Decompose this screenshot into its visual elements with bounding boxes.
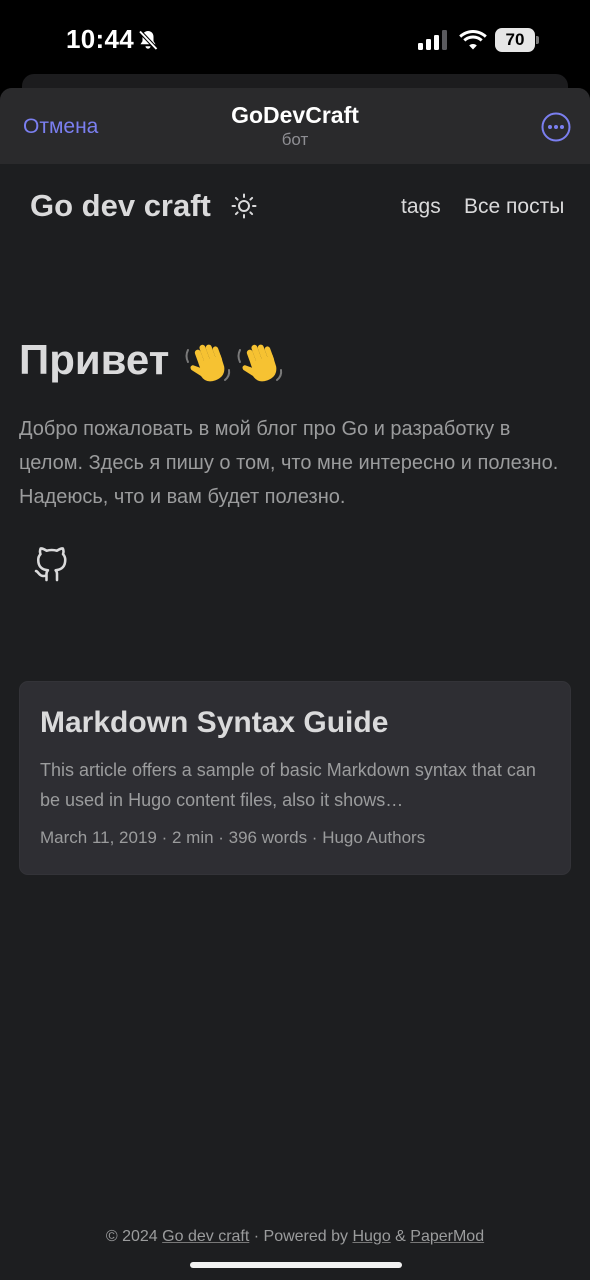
mini-app-header: Отмена GoDevCraft бот <box>0 88 590 164</box>
post-meta: March 11, 2019 · 2 min · 396 words · Hug… <box>40 828 426 847</box>
battery-level: 70 <box>505 30 525 49</box>
phone-screen: 10:44 70 Отмена GoDevCraft бот Go dev cr… <box>0 0 590 1280</box>
footer-powered-by: · Powered by <box>249 1228 353 1245</box>
site-logo[interactable]: Go dev craft <box>30 188 211 224</box>
nav-all-posts-link[interactable]: Все посты <box>464 195 564 219</box>
status-bar: 10:44 70 <box>0 0 590 80</box>
status-time: 10:44 <box>66 24 134 54</box>
footer-site-link[interactable]: Go dev craft <box>162 1228 249 1245</box>
waving-hand-icon <box>237 344 283 382</box>
hero-title: Привет <box>19 336 285 388</box>
post-excerpt: This article offers a sample of basic Ma… <box>40 760 536 810</box>
hero-title-text: Привет <box>19 336 170 383</box>
cellular-signal-icon <box>418 30 447 50</box>
footer-hugo-link[interactable]: Hugo <box>352 1228 390 1245</box>
nav-tags-link[interactable]: tags <box>401 195 441 219</box>
footer-amp: & <box>390 1228 411 1245</box>
home-indicator[interactable] <box>190 1262 402 1268</box>
github-icon[interactable] <box>33 546 69 584</box>
mini-app-sheet: Отмена GoDevCraft бот Go dev craft tags … <box>0 88 590 1280</box>
wifi-icon <box>459 30 487 50</box>
bell-off-icon <box>138 30 158 51</box>
post-card[interactable]: Markdown Syntax Guide This article offer… <box>19 681 571 875</box>
waving-hand-icon <box>185 344 231 382</box>
post-title: Markdown Syntax Guide <box>40 706 389 739</box>
footer-copyright: © 2024 <box>105 1228 163 1245</box>
site-footer: © 2024 Go dev craft · Powered by Hugo & … <box>0 1228 590 1246</box>
bot-title: GoDevCraft <box>231 102 359 128</box>
battery-icon: 70 <box>495 28 539 52</box>
sun-icon[interactable] <box>230 192 258 220</box>
more-icon[interactable] <box>541 112 571 142</box>
footer-papermod-link[interactable]: PaperMod <box>410 1228 484 1245</box>
bot-subtitle: бот <box>281 130 309 149</box>
hero-description: Добро пожаловать в мой блог про Go и раз… <box>19 418 559 508</box>
